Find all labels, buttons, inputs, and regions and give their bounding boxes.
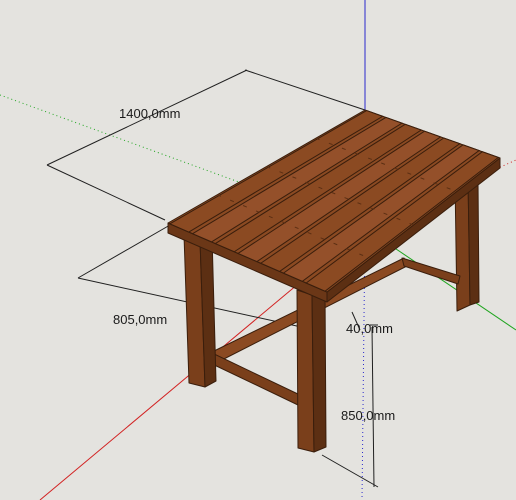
back-right-leg-side [467,176,480,306]
front-right-leg[interactable] [296,289,315,453]
short-stretcher-right[interactable] [401,257,461,285]
scene-canvas[interactable] [0,0,516,500]
dim-850-line [371,326,375,488]
short-stretcher-front[interactable] [207,351,301,406]
dim-label-length[interactable]: 1400,0mm [119,107,180,120]
modeling-viewport[interactable]: 1400,0mm 805,0mm 40,0mm 850,0mm [0,0,516,500]
dim-1400-leader-a [244,69,366,111]
dim-label-slat[interactable]: 40,0mm [346,322,393,335]
dim-805-leader [77,224,171,279]
dim-850-leader-bottom [321,454,379,488]
dim-1400-leader-b [46,164,166,221]
front-right-leg-side [311,290,327,453]
dim-label-width[interactable]: 805,0mm [113,313,167,326]
dim-label-height[interactable]: 850,0mm [341,409,395,422]
